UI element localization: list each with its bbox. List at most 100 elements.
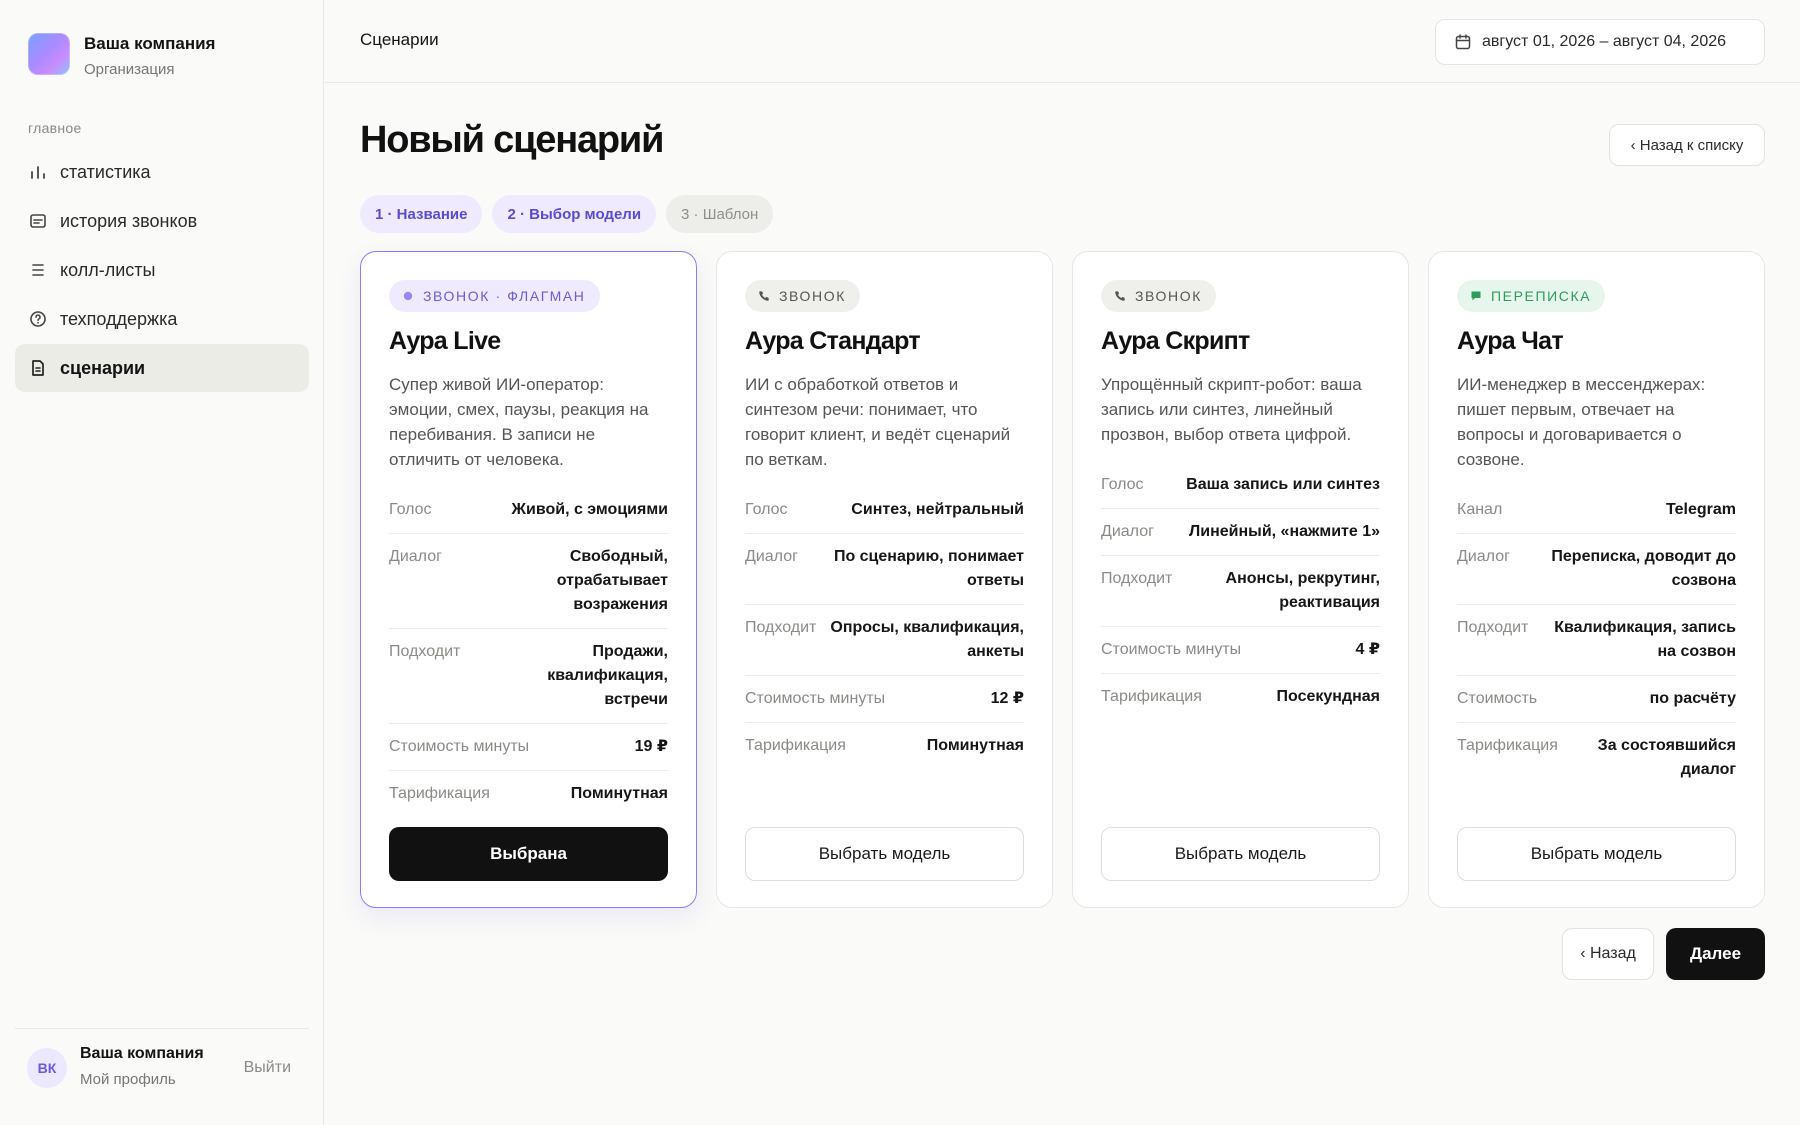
step-template[interactable]: 3 · Шаблон (666, 195, 774, 233)
select-model-button[interactable]: Выбрать модель (1457, 827, 1736, 881)
next-button[interactable]: Далее (1666, 928, 1765, 980)
profile-link[interactable]: Мой профиль (80, 1071, 176, 1088)
logout-button[interactable]: Выйти (244, 1059, 291, 1077)
sidebar-item-statistics[interactable]: статистика (15, 148, 309, 196)
spec-value: 19 ₽ (634, 738, 668, 755)
sidebar-nav: статистика история звонков колл-листы те… (15, 148, 309, 393)
sidebar-item-scenarios[interactable]: сценарии (15, 344, 309, 392)
spec-value: Опросы, квалификация, анкеты (830, 619, 1024, 660)
spec-key: Голос (389, 501, 432, 518)
spec-row: Диалог Свободный, отрабатывает возражения (389, 534, 668, 629)
model-title: Аура Чат (1457, 327, 1564, 355)
spec-key: Диалог (1101, 523, 1154, 540)
spec-key: Канал (1457, 501, 1503, 518)
spec-value: 4 ₽ (1355, 641, 1380, 658)
model-description: Супер живой ИИ-оператор: эмоции, смех, п… (389, 375, 649, 469)
spec-value: Свободный, отрабатывает возражения (556, 548, 668, 613)
spec-value: Поминутная (926, 737, 1024, 754)
bar-chart-icon (28, 162, 48, 182)
phone-icon (1114, 290, 1126, 302)
spec-key: Подходит (1101, 570, 1173, 587)
model-description: Упрощённый скрипт-робот: ваша запись или… (1101, 375, 1362, 444)
step-name[interactable]: 1 · Название (360, 195, 483, 233)
spec-row: Подходит Анонсы, рекрутинг, реактивация (1101, 556, 1380, 627)
model-specs: Канал Telegram Диалог Переписка, доводит д… (1457, 487, 1736, 793)
spec-row: Стоимость минуты 4 ₽ (1101, 627, 1380, 674)
sidebar-item-support[interactable]: техподдержка (15, 295, 309, 343)
sidebar-item-label: статистика (60, 161, 151, 182)
step-model[interactable]: 2 · Выбор модели (492, 195, 657, 233)
select-model-button[interactable]: Выбрать модель (1101, 827, 1380, 881)
spec-key: Стоимость (1457, 690, 1538, 707)
spec-row: Тарификация За состоявшийся диалог (1457, 723, 1736, 793)
phone-icon (758, 290, 770, 302)
org-subtitle: Организация (84, 61, 175, 78)
model-card-aura-standard[interactable]: ЗВОНОК Аура Стандарт ИИ с обработкой отв… (716, 251, 1053, 908)
spec-key: Подходит (745, 619, 817, 636)
spec-row: Канал Telegram (1457, 487, 1736, 534)
spec-value: по расчёту (1649, 690, 1736, 707)
spec-value: Поминутная (570, 785, 668, 802)
sidebar-item-label: история звонков (60, 210, 198, 231)
model-badge: ЗВОНОК · ФЛАГМАН (389, 280, 600, 312)
spec-row: Диалог По сценарию, понимает ответы (745, 534, 1024, 605)
spec-value: Telegram (1666, 501, 1736, 518)
back-to-list-button[interactable]: ‹ Назад к списку (1609, 124, 1765, 166)
model-card-aura-chat[interactable]: ПЕРЕПИСКА Аура Чат ИИ-менеджер в мессенд… (1428, 251, 1765, 908)
badge-label: ЗВОНОК (1135, 288, 1202, 304)
spec-row: Голос Ваша запись или синтез (1101, 462, 1380, 509)
spec-row: Голос Живой, с эмоциями (389, 487, 668, 534)
spec-value: За состоявшийся диалог (1597, 737, 1736, 778)
help-circle-icon (28, 309, 48, 329)
org-logo (28, 33, 70, 75)
org-switcher[interactable]: Ваша компания Организация (28, 33, 215, 80)
spec-row: Подходит Опросы, квалификация, анкеты (745, 605, 1024, 676)
model-title: Аура Live (389, 327, 501, 355)
model-badge: ПЕРЕПИСКА (1457, 280, 1606, 312)
spec-key: Стоимость минуты (389, 738, 530, 755)
org-name: Ваша компания (84, 34, 216, 53)
profile-section: ВК Ваша компания Мой профиль Выйти (15, 1028, 309, 1108)
spec-key: Диалог (389, 548, 442, 565)
model-specs: Голос Живой, с эмоциями Диалог Свободный, … (389, 487, 668, 817)
sidebar: Ваша компания Организация главное статис… (0, 0, 324, 1125)
sidebar-item-call-history[interactable]: история звонков (15, 197, 309, 245)
avatar[interactable]: ВК (27, 1048, 67, 1088)
spec-row: Тарификация Поминутная (745, 723, 1024, 769)
model-title: Аура Стандарт (745, 327, 921, 355)
dot-icon (402, 290, 414, 302)
spec-value: Живой, с эмоциями (511, 501, 668, 518)
breadcrumb: Сценарии (360, 30, 439, 49)
spec-value: Линейный, «нажмите 1» (1189, 523, 1380, 540)
back-button[interactable]: ‹ Назад (1562, 928, 1654, 980)
spec-key: Тарификация (745, 737, 846, 754)
model-card-aura-script[interactable]: ЗВОНОК Аура Скрипт Упрощённый скрипт-роб… (1072, 251, 1409, 908)
model-description: ИИ-менеджер в мессенджерах: пишет первым… (1457, 375, 1706, 469)
spec-row: Стоимость по расчёту (1457, 676, 1736, 723)
page-title: Новый сценарий (360, 119, 664, 161)
spec-key: Диалог (1457, 548, 1510, 565)
profile-name: Ваша компания (80, 1045, 204, 1062)
spec-row: Диалог Переписка, доводит до созвона (1457, 534, 1736, 605)
spec-key: Подходит (1457, 619, 1529, 636)
spec-row: Подходит Продажи, квалификация, встречи (389, 629, 668, 724)
calendar-icon (1454, 33, 1472, 51)
spec-row: Голос Синтез, нейтральный (745, 487, 1024, 534)
message-square-icon (28, 211, 48, 231)
spec-key: Голос (745, 501, 788, 518)
spec-value: 12 ₽ (990, 690, 1024, 707)
spec-value: Ваша запись или синтез (1186, 476, 1380, 493)
model-card-aura-live[interactable]: ЗВОНОК · ФЛАГМАН Аура Live Супер живой И… (360, 251, 697, 908)
model-badge: ЗВОНОК (1101, 280, 1216, 312)
sidebar-item-call-lists[interactable]: колл-листы (15, 246, 309, 294)
spec-key: Стоимость минуты (1101, 641, 1242, 658)
sidebar-item-label: сценарии (60, 357, 146, 378)
select-model-button[interactable]: Выбрать модель (745, 827, 1024, 881)
badge-label: ПЕРЕПИСКА (1491, 288, 1592, 304)
spec-key: Тарификация (1457, 737, 1558, 754)
spec-key: Диалог (745, 548, 798, 565)
badge-label: ЗВОНОК (779, 288, 846, 304)
selected-button[interactable]: Выбрана (389, 827, 668, 881)
wizard-navigation: ‹ Назад Далее (1562, 928, 1765, 980)
date-range-picker[interactable]: август 01, 2026 – август 04, 2026 (1435, 19, 1765, 65)
